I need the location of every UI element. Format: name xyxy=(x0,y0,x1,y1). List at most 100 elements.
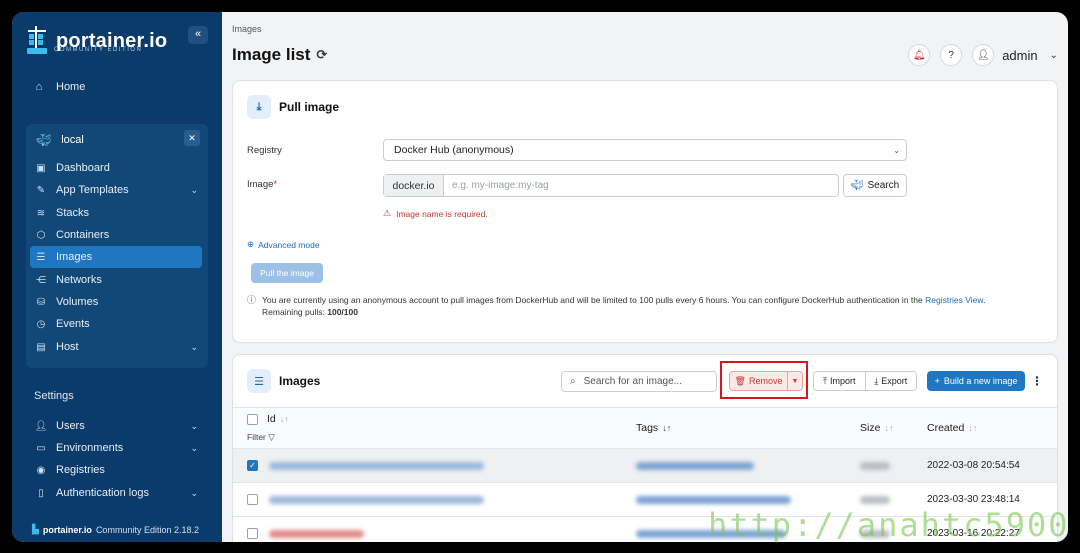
help-button[interactable]: ? xyxy=(940,44,963,66)
row-checkbox[interactable] xyxy=(247,494,258,505)
image-error-message: ⚠ Image name is required. xyxy=(383,208,488,219)
advanced-mode-link[interactable]: ⊕ Advanced mode xyxy=(247,239,320,250)
host-icon: ▤ xyxy=(36,341,46,353)
edit-icon: ✎ xyxy=(36,184,46,196)
app-window: portainer.io COMMUNITY EDITION « ⌂ Home … xyxy=(12,12,1068,542)
user-avatar[interactable]: 👤︎ xyxy=(972,44,995,66)
header-actions: 🔔︎ ? 👤︎ admin ⌄ xyxy=(898,44,1058,66)
pull-image-card: ⤓ Pull image Registry Docker Hub (anonym… xyxy=(232,80,1058,343)
blurred-image-tag xyxy=(636,496,791,504)
bell-icon: 🔔︎ xyxy=(912,49,926,61)
portainer-small-icon: ▙ xyxy=(32,524,39,534)
sidebar-item-app-templates[interactable]: ✎ App Templates ⌄ xyxy=(34,179,206,201)
image-input-group: docker.io xyxy=(383,174,839,197)
user-name[interactable]: admin xyxy=(1002,48,1037,63)
radio-icon: ◉ xyxy=(36,464,46,476)
column-tags[interactable]: Tags ↓↑ xyxy=(636,422,671,434)
chevron-down-icon: ⌄ xyxy=(190,420,198,431)
anonymous-info: ⓘ You are currently using an anonymous a… xyxy=(247,295,986,317)
table-header-row: Id ↓↑ Filter ▽ Tags ↓↑ Size ↓↑ Created ↓↑ xyxy=(233,407,1057,449)
blurred-image-tag xyxy=(636,462,754,470)
blurred-image-id[interactable] xyxy=(269,530,364,538)
watermark: http://anahtc5900 xyxy=(708,506,1070,544)
image-input[interactable] xyxy=(444,175,838,196)
list-icon: ☰ xyxy=(36,251,46,263)
registry-prefix: docker.io xyxy=(384,175,444,196)
pull-image-header: ⤓ Pull image xyxy=(247,95,339,119)
chevron-down-icon[interactable]: ⌄ xyxy=(1050,50,1058,61)
more-options-icon[interactable]: ⋮ xyxy=(1031,371,1043,391)
sidebar-item-volumes[interactable]: ⛁ Volumes xyxy=(34,291,206,313)
registry-label: Registry xyxy=(247,145,282,156)
home-icon: ⌂ xyxy=(35,81,43,93)
user-icon: 👤︎ xyxy=(976,49,990,61)
column-id[interactable]: Id ↓↑ xyxy=(267,413,289,425)
chevron-down-icon: ⌄ xyxy=(190,442,198,453)
sidebar-item-environments[interactable]: ▭ Environments ⌄ xyxy=(34,437,206,459)
database-icon: ⛁ xyxy=(36,296,46,308)
select-all-checkbox[interactable] xyxy=(247,414,258,425)
cube-icon: ⬡ xyxy=(36,229,46,241)
refresh-icon[interactable]: ⟳ xyxy=(316,47,327,63)
table-row[interactable]: ✓ 2022-03-08 20:54:54 xyxy=(233,449,1057,483)
sidebar-item-images[interactable]: ☰ Images xyxy=(30,246,202,268)
sort-icon: ↓↑ xyxy=(279,414,289,424)
sidebar-item-authentication-logs[interactable]: ▯ Authentication logs ⌄ xyxy=(34,482,206,504)
highlight-box xyxy=(720,361,808,399)
sidebar-item-containers[interactable]: ⬡ Containers xyxy=(34,224,206,246)
upload-icon: ⤒ xyxy=(823,375,827,386)
chevron-down-icon: ⌄ xyxy=(190,487,198,498)
blurred-image-size xyxy=(860,496,890,504)
warning-icon: ⚠ xyxy=(383,208,392,218)
sidebar-item-users[interactable]: 👤︎ Users ⌄ xyxy=(34,415,206,437)
collapse-sidebar-button[interactable]: « xyxy=(188,26,208,44)
sidebar-item-events[interactable]: ◷ Events xyxy=(34,313,206,335)
registry-select[interactable]: Docker Hub (anonymous) ⌄ xyxy=(383,139,907,161)
stacks-icon: ≋ xyxy=(36,207,46,219)
blurred-image-id[interactable] xyxy=(269,462,484,470)
notifications-button[interactable]: 🔔︎ xyxy=(908,44,931,66)
column-created[interactable]: Created ↓↑ xyxy=(927,422,977,434)
sidebar-item-networks[interactable]: ⋲ Networks xyxy=(34,269,206,291)
import-export-group: ⤒ Import ⤓ Export xyxy=(813,371,917,391)
sort-icon: ↓↑ xyxy=(968,423,978,433)
sort-icon: ↓↑ xyxy=(884,423,894,433)
filter-button[interactable]: Filter ▽ xyxy=(247,432,275,443)
chevron-down-icon: ⌄ xyxy=(190,341,198,352)
sidebar-item-registries[interactable]: ◉ Registries xyxy=(34,459,206,481)
search-icon: ⌕ xyxy=(570,376,576,387)
users-icon: 👤︎ xyxy=(34,420,48,432)
search-image-button[interactable]: 🐳︎ Search xyxy=(843,174,907,197)
breadcrumb[interactable]: Images xyxy=(232,24,262,34)
sidebar-item-home[interactable]: ⌂ Home xyxy=(32,76,86,98)
main-content: Images Image list ⟳ 🔔︎ ? 👤︎ admin ⌄ ⤓ Pu… xyxy=(222,12,1068,542)
settings-section-title: Settings xyxy=(34,390,74,402)
build-image-button[interactable]: + Build a new image xyxy=(927,371,1025,391)
row-checkbox[interactable] xyxy=(247,528,258,539)
row-created: 2023-03-30 23:48:14 xyxy=(927,494,1020,505)
dashboard-icon: ▣ xyxy=(36,162,46,174)
sidebar: portainer.io COMMUNITY EDITION « ⌂ Home … xyxy=(12,12,222,542)
sidebar-item-host[interactable]: ▤ Host ⌄ xyxy=(34,336,206,358)
filter-icon: ▽ xyxy=(268,432,275,442)
chevron-down-icon: ⌄ xyxy=(190,184,198,195)
column-size[interactable]: Size ↓↑ xyxy=(860,422,893,434)
environment-header[interactable]: 🐳︎ local xyxy=(36,130,201,150)
close-environment-button[interactable]: ✕ xyxy=(184,130,200,146)
download-icon: ⤓ xyxy=(247,95,271,119)
import-button[interactable]: ⤒ Import xyxy=(814,372,866,390)
logo-edition: COMMUNITY EDITION xyxy=(54,47,143,53)
share-icon: ⋲ xyxy=(36,274,46,286)
pull-image-button[interactable]: Pull the image xyxy=(251,263,323,283)
portainer-logo-icon xyxy=(26,26,48,56)
row-created: 2022-03-08 20:54:54 xyxy=(927,460,1020,471)
page-title: Image list ⟳ xyxy=(232,45,328,64)
blurred-image-size xyxy=(860,462,890,470)
sidebar-item-dashboard[interactable]: ▣ Dashboard xyxy=(34,157,206,179)
image-search-input[interactable]: ⌕ Search for an image... xyxy=(561,371,717,392)
registries-view-link[interactable]: Registries View xyxy=(925,295,983,305)
blurred-image-id[interactable] xyxy=(269,496,484,504)
row-checkbox[interactable]: ✓ xyxy=(247,460,258,471)
sidebar-item-stacks[interactable]: ≋ Stacks xyxy=(34,202,206,224)
export-button[interactable]: ⤓ Export xyxy=(866,372,917,390)
